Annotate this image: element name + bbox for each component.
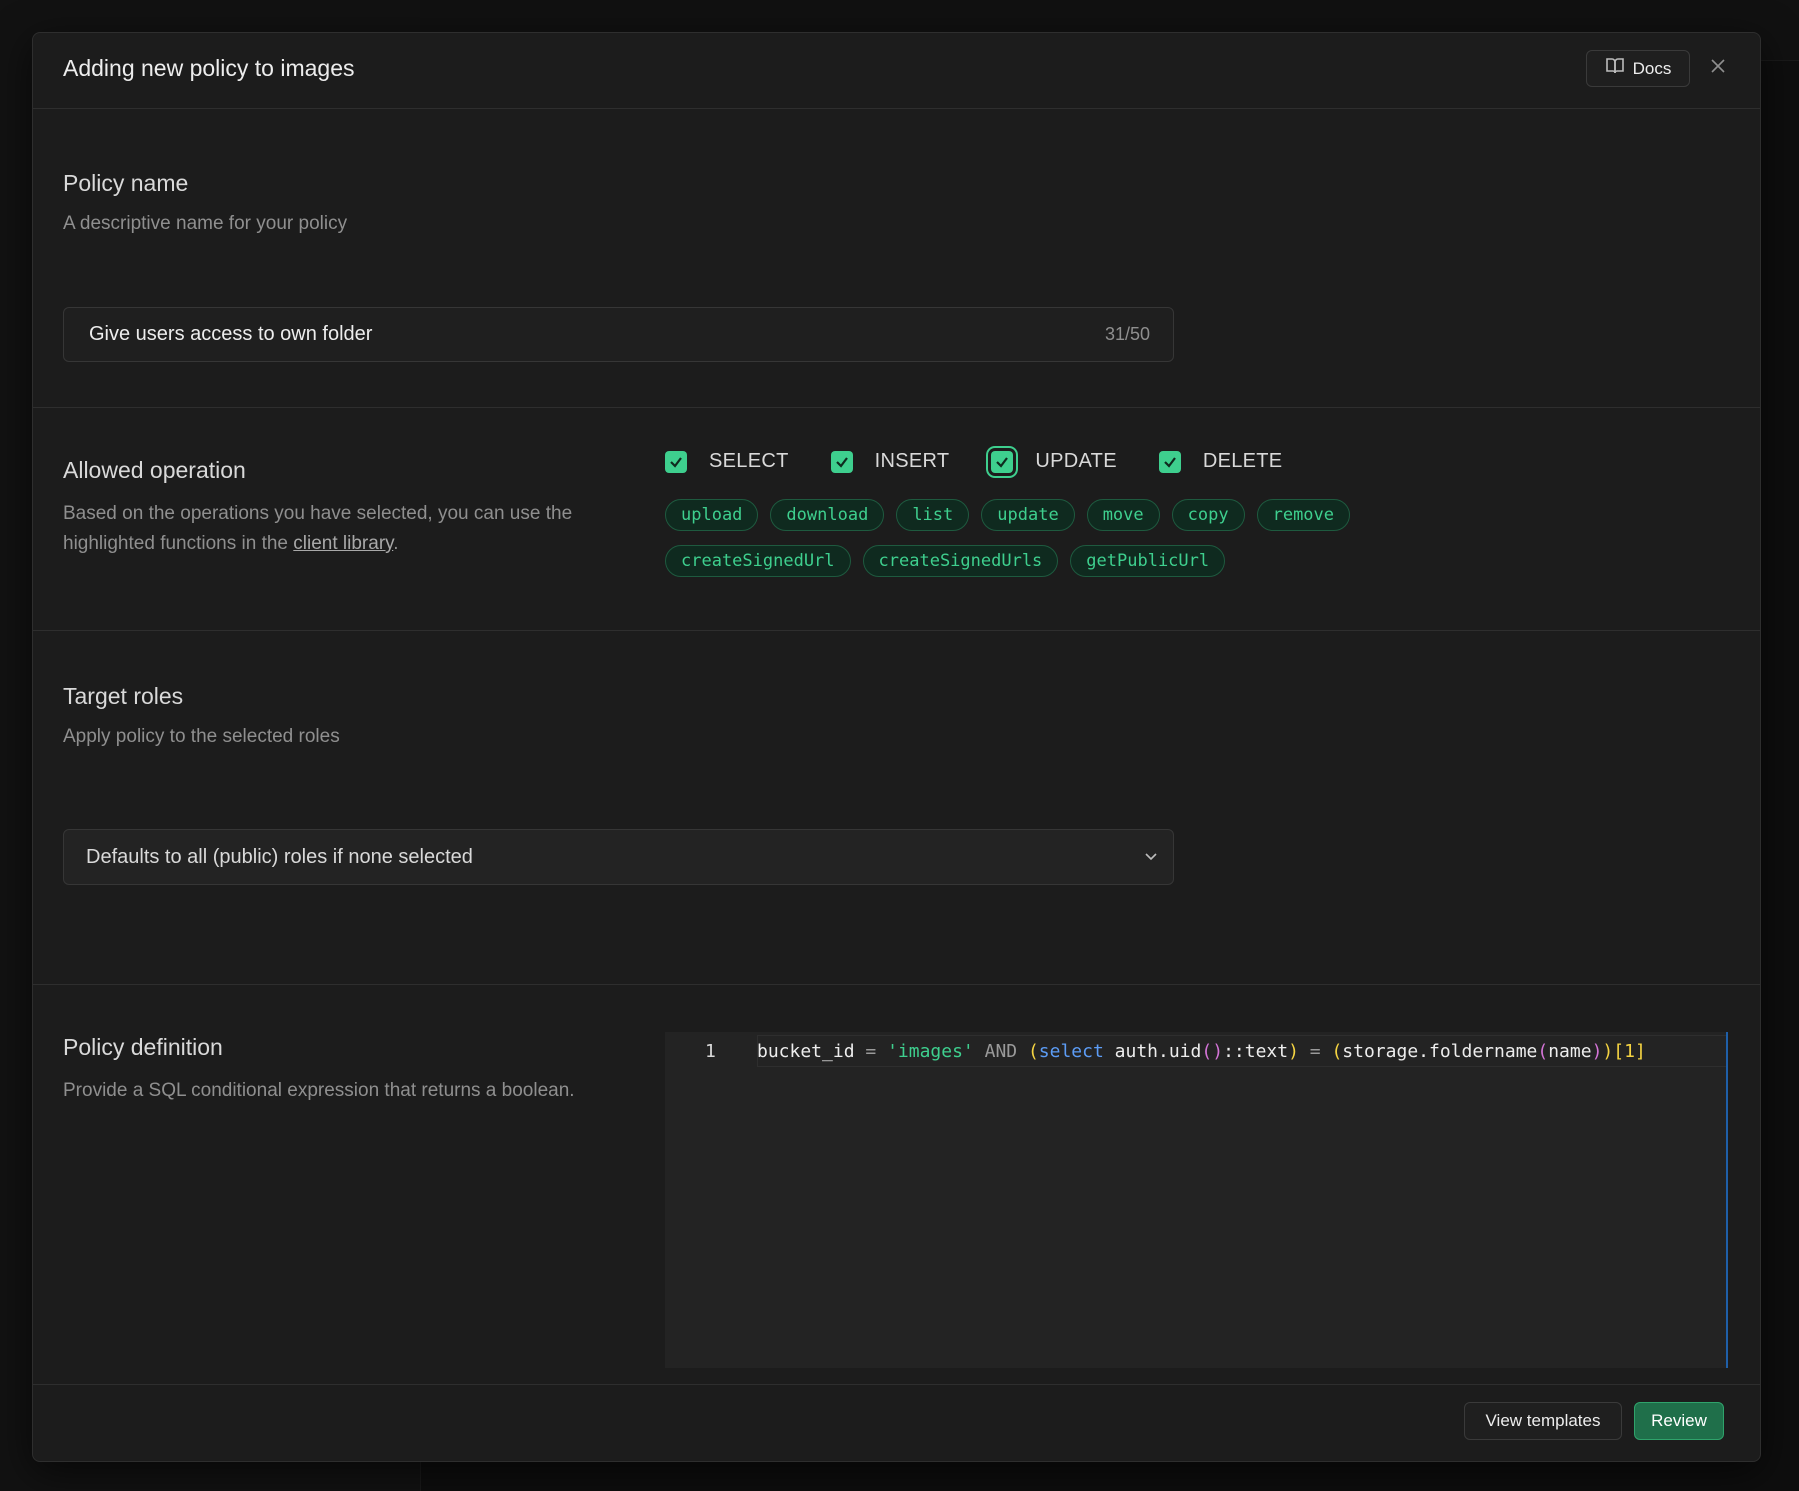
function-chip: upload — [665, 499, 759, 531]
policy-modal: Adding new policy to images Docs Policy … — [32, 32, 1761, 1462]
modal-header: Adding new policy to images Docs — [33, 33, 1760, 109]
policy-definition-title: Policy definition — [63, 1034, 223, 1060]
operation-insert[interactable]: INSERT — [830, 450, 950, 473]
code-token: = — [854, 1041, 888, 1062]
client-library-link[interactable]: client library — [293, 533, 393, 554]
code-line[interactable]: bucket_id = 'images' AND (select auth.ui… — [757, 1041, 1646, 1062]
policy-name-description: A descriptive name for your policy — [63, 213, 348, 234]
target-roles-title: Target roles — [63, 683, 184, 709]
operation-select[interactable]: SELECT — [665, 450, 789, 473]
policy-name-title: Policy name — [63, 170, 189, 196]
code-token: select — [1038, 1041, 1104, 1062]
function-chip: move — [1086, 499, 1160, 531]
operation-label: SELECT — [709, 450, 789, 472]
delete-checkbox[interactable] — [1158, 450, 1181, 473]
function-chip: getPublicUrl — [1070, 545, 1226, 577]
target-roles-select[interactable]: Defaults to all (public) roles if none s… — [63, 829, 1174, 885]
code-token: ( — [1537, 1041, 1549, 1062]
code-token: auth.uid — [1103, 1041, 1202, 1062]
code-token: ) — [1288, 1041, 1299, 1062]
target-roles-section: Target roles Apply policy to the selecte… — [33, 631, 1760, 985]
allowed-operation-description-end: . — [393, 533, 399, 554]
insert-checkbox[interactable] — [830, 450, 853, 473]
modal-footer: View templates Review — [33, 1385, 1760, 1461]
function-chip: createSignedUrl — [665, 545, 851, 577]
check-icon — [996, 456, 1009, 468]
view-templates-button[interactable]: View templates — [1464, 1402, 1622, 1440]
allowed-operation-section: Allowed operation Based on the operation… — [33, 408, 1760, 631]
code-token: storage.foldername — [1342, 1041, 1538, 1062]
allowed-operation-description: Based on the operations you have selecte… — [63, 499, 603, 559]
function-chip: update — [981, 499, 1075, 531]
function-chip-row: upload download list update move copy re… — [665, 499, 1425, 531]
policy-name-section: Policy name A descriptive name for your … — [33, 108, 1760, 408]
modal-title: Adding new policy to images — [63, 55, 355, 81]
code-token: AND — [973, 1041, 1028, 1062]
operation-delete[interactable]: DELETE — [1158, 450, 1283, 473]
code-token: ::text — [1223, 1041, 1289, 1062]
function-chip: copy — [1171, 499, 1245, 531]
close-icon — [1710, 58, 1726, 79]
review-button[interactable]: Review — [1634, 1402, 1724, 1440]
code-token: = — [1298, 1041, 1332, 1062]
operation-update[interactable]: UPDATE — [991, 450, 1117, 473]
code-token: 'images' — [887, 1041, 974, 1062]
code-token: ( — [1331, 1041, 1343, 1062]
function-chip: download — [770, 499, 885, 531]
policy-definition-section: Policy definition Provide a SQL conditio… — [33, 985, 1760, 1385]
check-icon — [1164, 456, 1176, 468]
policy-name-char-count: 31/50 — [1104, 324, 1150, 344]
docs-label: Docs — [1632, 58, 1672, 78]
target-roles-value: Defaults to all (public) roles if none s… — [86, 846, 473, 868]
update-checkbox[interactable] — [991, 450, 1014, 473]
code-token: ) — [1591, 1041, 1603, 1062]
code-token: [1] — [1613, 1041, 1646, 1062]
operations-checkboxes: SELECT INSERT UPDATE DELETE — [665, 450, 1324, 473]
sql-editor[interactable]: 1 bucket_id = 'images' AND (select auth.… — [665, 1032, 1728, 1368]
policy-definition-description: Provide a SQL conditional expression tha… — [63, 1080, 575, 1101]
close-button[interactable] — [1703, 53, 1733, 83]
operation-label: DELETE — [1202, 450, 1283, 472]
check-icon — [835, 456, 848, 468]
code-token: name — [1548, 1041, 1592, 1062]
code-token: () — [1201, 1041, 1224, 1062]
function-chip: remove — [1256, 499, 1351, 531]
allowed-operation-title: Allowed operation — [63, 457, 246, 483]
policy-name-value: Give users access to own folder — [89, 323, 373, 345]
line-number: 1 — [705, 1041, 716, 1062]
check-icon — [670, 456, 682, 468]
function-chip: createSignedUrls — [862, 545, 1059, 577]
code-token: ) — [1602, 1041, 1614, 1062]
code-token: bucket_id — [757, 1041, 855, 1062]
chevron-down-icon — [1143, 848, 1159, 869]
policy-name-input[interactable]: Give users access to own folder 31/50 — [63, 307, 1174, 362]
target-roles-description: Apply policy to the selected roles — [63, 726, 340, 747]
book-icon — [1605, 57, 1625, 80]
code-token: ( — [1027, 1041, 1039, 1062]
function-chip: list — [896, 499, 970, 531]
select-checkbox[interactable] — [665, 450, 687, 473]
operation-label: UPDATE — [1035, 450, 1117, 472]
function-chips: upload download list update move copy re… — [665, 499, 1425, 591]
function-chip-row: createSignedUrl createSignedUrls getPubl… — [665, 545, 1425, 577]
operation-label: INSERT — [874, 450, 950, 472]
docs-button[interactable]: Docs — [1586, 50, 1690, 87]
